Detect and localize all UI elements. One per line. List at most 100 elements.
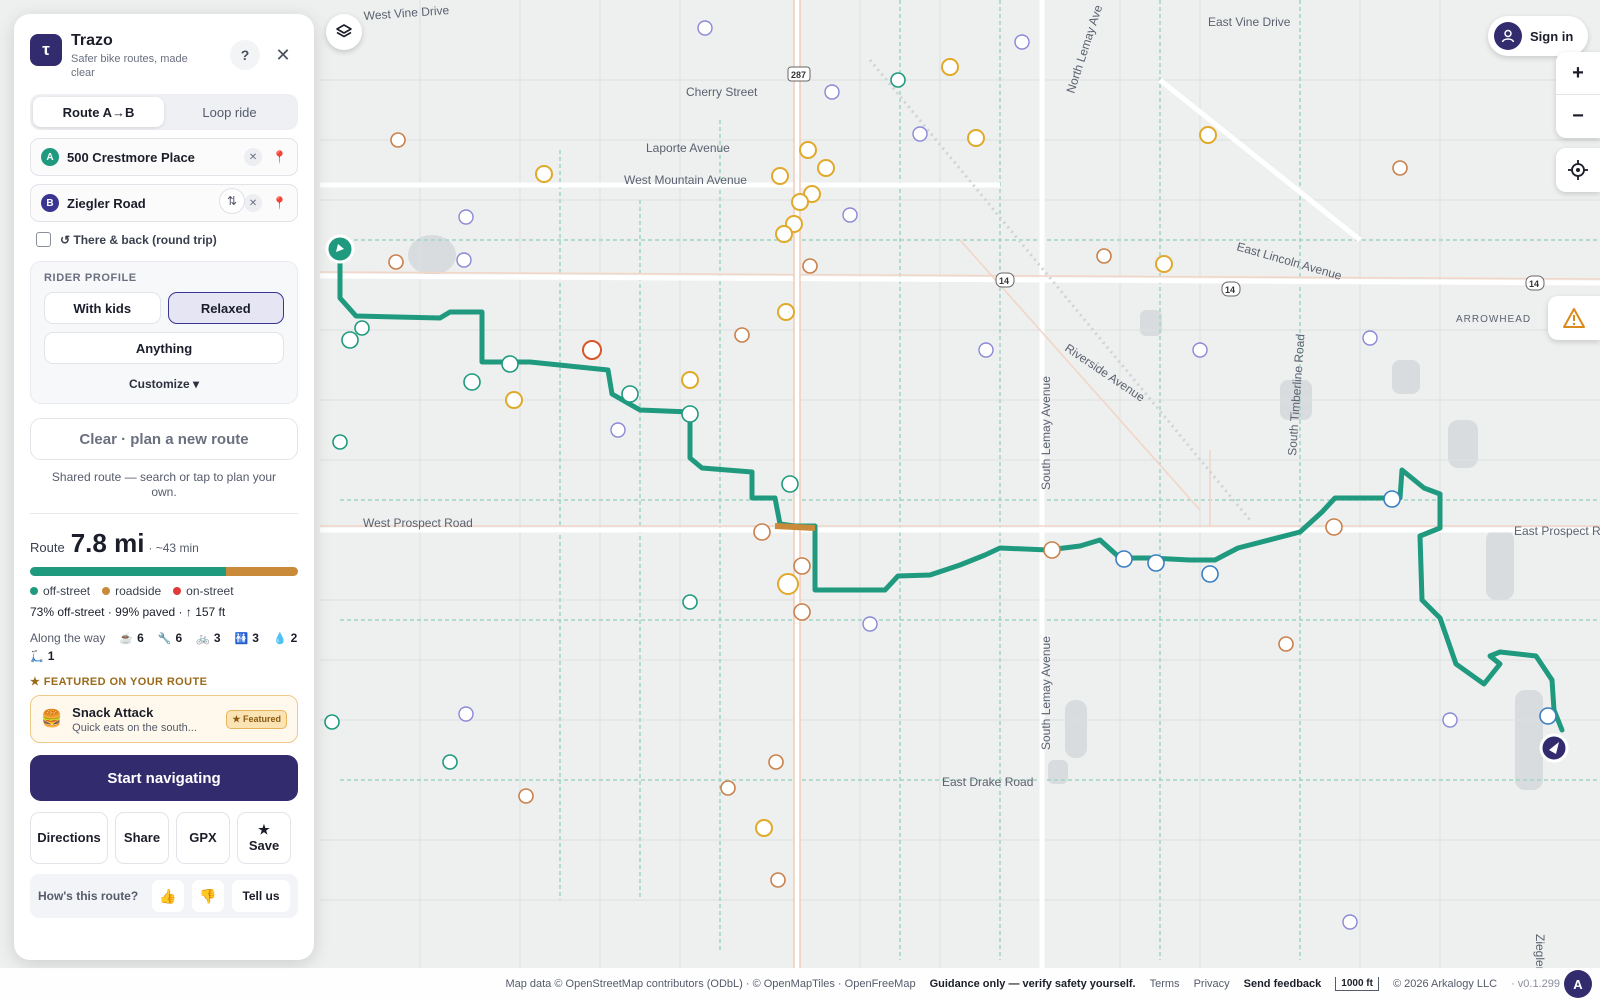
pin-icon[interactable]: 📍 bbox=[272, 150, 287, 164]
svg-text:East Drake Road: East Drake Road bbox=[942, 775, 1033, 789]
featured-title: ★ FEATURED ON YOUR ROUTE bbox=[30, 676, 208, 688]
profile-with-kids[interactable]: With kids bbox=[44, 292, 161, 324]
route-legend: off-street roadside on-street bbox=[30, 584, 298, 598]
svg-text:Laporte Avenue: Laporte Avenue bbox=[646, 141, 730, 155]
attribution[interactable]: Map data © OpenStreetMap contributors (O… bbox=[505, 978, 915, 990]
start-navigating-button[interactable]: Start navigating bbox=[30, 755, 298, 801]
directions-button[interactable]: Directions bbox=[30, 812, 108, 864]
route-distance: 7.8 mi bbox=[70, 528, 145, 558]
featured-tag: ★ Featured bbox=[226, 709, 287, 729]
start-location-value[interactable]: 500 Crestmore Place bbox=[67, 150, 244, 165]
customize-button[interactable]: Customize ▾ bbox=[44, 377, 284, 391]
along-item-wrench: 🔧 6 bbox=[157, 631, 183, 645]
featured-desc: Quick eats on the south... bbox=[72, 721, 197, 734]
send-feedback-link[interactable]: Send feedback bbox=[1244, 978, 1322, 990]
route-summary: Route 7.8 mi · ~43 min bbox=[30, 528, 298, 559]
swap-locations-button[interactable]: ⇅ bbox=[219, 188, 245, 214]
route-stats: 73% off-street · 99% paved · ↑ 157 ft bbox=[30, 605, 226, 619]
layers-icon bbox=[336, 24, 352, 38]
svg-text:14: 14 bbox=[999, 276, 1009, 286]
scooter-icon: 🛴 bbox=[30, 651, 44, 663]
round-trip-checkbox[interactable] bbox=[36, 232, 51, 247]
route-time: · ~43 min bbox=[148, 541, 199, 555]
svg-text:West Mountain Avenue: West Mountain Avenue bbox=[624, 173, 747, 187]
tab-loop-ride[interactable]: Loop ride bbox=[164, 97, 295, 127]
along-item-cafe: ☕ 6 bbox=[119, 631, 144, 645]
featured-card[interactable]: 🍔 Snack Attack Quick eats on the south..… bbox=[30, 695, 298, 743]
legend-offstreet: off-street bbox=[30, 584, 90, 598]
svg-text:14: 14 bbox=[1529, 279, 1539, 289]
gpx-button[interactable]: GPX bbox=[176, 812, 230, 864]
svg-text:South Lemay Avenue: South Lemay Avenue bbox=[1039, 636, 1053, 750]
thumbs-down-button[interactable]: 👎 bbox=[192, 880, 224, 912]
zoom-out-button[interactable]: − bbox=[1556, 95, 1600, 138]
layers-button[interactable] bbox=[326, 14, 362, 50]
end-location-value[interactable]: Ziegler Road bbox=[67, 196, 244, 211]
svg-text:14: 14 bbox=[1225, 285, 1235, 295]
tab-route-a-b[interactable]: Route A→B bbox=[33, 97, 164, 127]
burger-icon: 🍔 bbox=[41, 709, 63, 728]
along-item-bike: 🚲 3 bbox=[196, 631, 221, 645]
route-surface-bar bbox=[30, 567, 298, 576]
clear-end-button[interactable]: ✕ bbox=[244, 194, 263, 212]
close-button[interactable]: ✕ bbox=[268, 40, 298, 70]
featured-name: Snack Attack bbox=[72, 704, 154, 720]
svg-text:287: 287 bbox=[791, 70, 806, 80]
start-badge: A bbox=[41, 148, 59, 166]
app-logo-icon: τ bbox=[30, 34, 62, 66]
profile-relaxed[interactable]: Relaxed bbox=[167, 292, 284, 324]
privacy-link[interactable]: Privacy bbox=[1194, 978, 1230, 990]
save-button[interactable]: ★ Save bbox=[237, 812, 291, 864]
footer-logo-icon[interactable]: A bbox=[1564, 970, 1592, 998]
roadside-segment bbox=[225, 567, 298, 576]
warning-icon bbox=[1563, 308, 1585, 328]
terms-link[interactable]: Terms bbox=[1150, 978, 1180, 990]
along-item-water: 💧 2 bbox=[272, 631, 298, 645]
tell-us-button[interactable]: Tell us bbox=[232, 880, 290, 912]
end-location-field[interactable]: B Ziegler Road ✕ 📍 bbox=[30, 184, 298, 222]
zoom-in-button[interactable]: + bbox=[1556, 52, 1600, 95]
along-item-restroom: 🚻 3 bbox=[234, 631, 259, 645]
scale-bar: 1000 ft bbox=[1335, 977, 1379, 991]
along-item-scooter: 🛴 1 bbox=[30, 649, 55, 663]
restroom-icon: 🚻 bbox=[234, 633, 249, 645]
feedback-bar: How's this route? 👍 👎 Tell us bbox=[30, 874, 298, 918]
svg-text:East Prospect Ro: East Prospect Ro bbox=[1514, 524, 1600, 538]
route-label: Route bbox=[30, 540, 65, 555]
app-title: Trazo bbox=[71, 32, 113, 49]
locate-button[interactable] bbox=[1556, 148, 1600, 192]
clear-route-button[interactable]: Clear · plan a new route bbox=[30, 418, 298, 460]
guidance-note: Guidance only — verify safety yourself. bbox=[929, 978, 1136, 990]
help-button[interactable]: ? bbox=[230, 40, 260, 70]
svg-text:Cherry Street: Cherry Street bbox=[686, 85, 758, 99]
svg-text:South Lemay Avenue: South Lemay Avenue bbox=[1039, 376, 1053, 490]
round-trip-option[interactable]: ↺ There & back (round trip) bbox=[30, 232, 298, 247]
thumbs-up-button[interactable]: 👍 bbox=[152, 880, 184, 912]
rider-profile-card: RIDER PROFILE With kids Relaxed Anything… bbox=[30, 261, 298, 404]
along-label: Along the way bbox=[30, 631, 106, 645]
user-icon bbox=[1494, 22, 1522, 50]
pin-icon[interactable]: 📍 bbox=[272, 196, 287, 210]
sign-in-label: Sign in bbox=[1530, 28, 1574, 44]
share-button[interactable]: Share bbox=[115, 812, 169, 864]
svg-text:ARROWHEAD: ARROWHEAD bbox=[1456, 314, 1531, 325]
water-icon: 💧 bbox=[272, 633, 287, 645]
clear-start-button[interactable]: ✕ bbox=[244, 148, 263, 166]
shared-route-note: Shared route — search or tap to plan you… bbox=[51, 470, 277, 499]
along-the-way: Along the way ☕ 6 🔧 6 🚲 3 🚻 3 💧 2 🛴 1 bbox=[30, 631, 298, 663]
svg-text:East Vine Drive: East Vine Drive bbox=[1208, 15, 1291, 29]
feedback-question: How's this route? bbox=[38, 889, 139, 903]
crosshair-icon bbox=[1568, 160, 1588, 180]
report-hazard-button[interactable] bbox=[1548, 296, 1600, 340]
profile-anything[interactable]: Anything bbox=[44, 332, 284, 364]
svg-text:West Prospect Road: West Prospect Road bbox=[363, 516, 473, 530]
wrench-icon: 🔧 bbox=[157, 633, 172, 645]
brand-header: τ Trazo Safer bike routes, made clear ? … bbox=[30, 30, 298, 84]
route-panel: τ Trazo Safer bike routes, made clear ? … bbox=[14, 14, 314, 960]
start-location-field[interactable]: A 500 Crestmore Place ✕ 📍 bbox=[30, 138, 298, 176]
rider-profile-title: RIDER PROFILE bbox=[44, 272, 137, 284]
copyright: © 2026 Arkalogy LLC bbox=[1392, 978, 1498, 990]
app-tagline: Safer bike routes, made clear bbox=[71, 53, 188, 79]
svg-text:Ziegler: Ziegler bbox=[1533, 934, 1547, 971]
sign-in-button[interactable]: Sign in bbox=[1488, 16, 1588, 56]
